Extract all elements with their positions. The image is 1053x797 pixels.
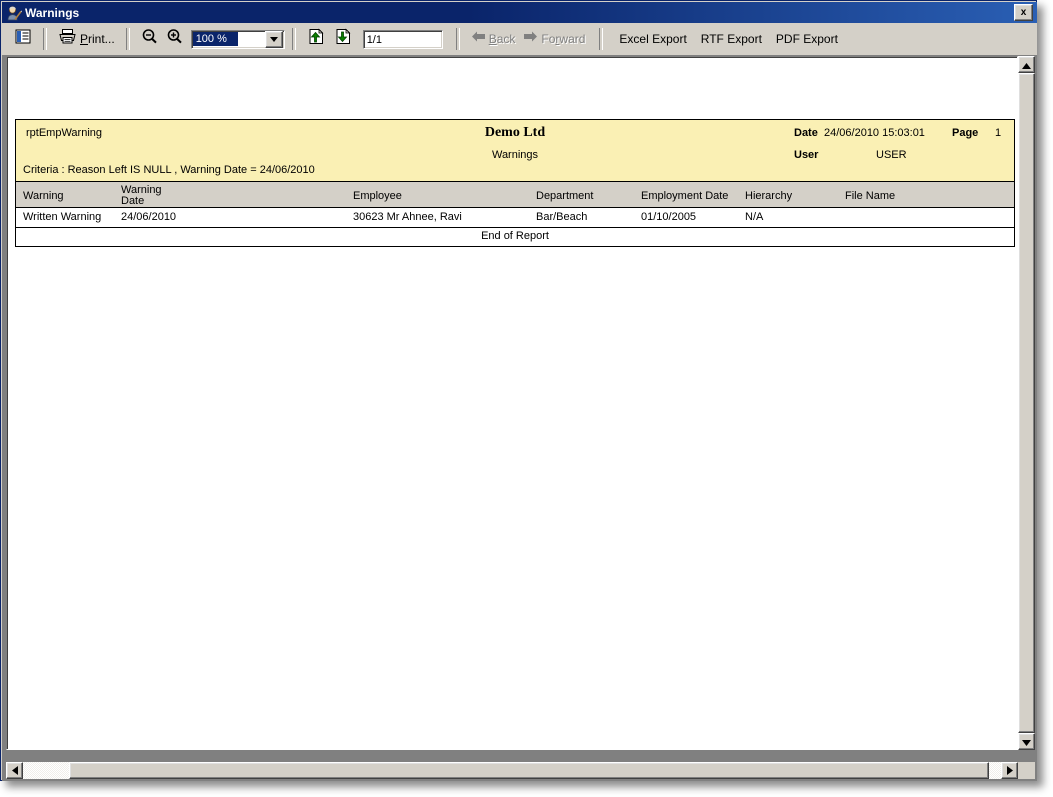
- document-panel-icon: [14, 28, 32, 50]
- page-down-icon: [334, 28, 353, 50]
- thumbnail-panel-button[interactable]: [10, 27, 36, 51]
- scroll-up-button[interactable]: [1018, 56, 1035, 73]
- forward-label: Forward: [541, 32, 585, 46]
- window-title: Warnings: [25, 6, 1014, 20]
- column-header-employee: Employee: [353, 191, 402, 202]
- triangle-right-icon: [1007, 762, 1013, 780]
- column-header-employment-date: Employment Date: [641, 191, 728, 202]
- chevron-down-icon[interactable]: [265, 31, 283, 48]
- back-label-rest: ack: [497, 32, 516, 46]
- excel-export-button[interactable]: Excel Export: [619, 32, 686, 46]
- toolbar-separator-5: [599, 28, 603, 50]
- toolbar-separator-4: [456, 28, 460, 50]
- forward-label-rest: ward: [559, 32, 585, 46]
- report-criteria: Criteria : Reason Left IS NULL , Warning…: [23, 164, 315, 176]
- report-viewport[interactable]: rptEmpWarning Demo Ltd Warnings Criteria…: [6, 56, 1018, 750]
- zoom-out-button[interactable]: [137, 27, 162, 51]
- horizontal-scroll-thumb[interactable]: [69, 762, 989, 779]
- report-page: rptEmpWarning Demo Ltd Warnings Criteria…: [8, 58, 1017, 749]
- page-label: Page: [952, 127, 978, 139]
- back-button[interactable]: Back: [467, 27, 520, 51]
- zoom-out-icon: [141, 28, 158, 50]
- print-label: Print...: [80, 32, 115, 46]
- rtf-export-button[interactable]: RTF Export: [701, 32, 762, 46]
- report-subtitle: Warnings: [16, 149, 1014, 161]
- report-header-band: rptEmpWarning Demo Ltd Warnings Criteria…: [15, 119, 1015, 181]
- pdf-export-button[interactable]: PDF Export: [776, 32, 838, 46]
- table-column-header: Warning Warning Date Employee Department…: [15, 181, 1015, 208]
- back-label: Back: [489, 32, 516, 46]
- scroll-right-button[interactable]: [1001, 762, 1018, 779]
- scrollbar-corner: [1018, 762, 1035, 779]
- previous-page-button[interactable]: [303, 27, 330, 51]
- zoom-level-value[interactable]: 100 %: [193, 32, 238, 46]
- forward-label-pre: Fo: [541, 32, 555, 46]
- column-header-warning-date-line2: Date: [121, 196, 144, 207]
- arrow-left-icon: [471, 30, 486, 48]
- table-row[interactable]: Written Warning 24/06/2010 30623 Mr Ahne…: [15, 208, 1015, 228]
- cell-warning-date: 24/06/2010: [121, 211, 176, 223]
- user-value: USER: [876, 149, 907, 161]
- zoom-in-icon: [166, 28, 183, 50]
- user-label: User: [794, 149, 818, 161]
- page-value: 1: [995, 127, 1001, 139]
- toolbar-separator-2: [126, 28, 130, 50]
- date-value: 24/06/2010 15:03:01: [824, 127, 925, 139]
- column-header-file-name: File Name: [845, 191, 895, 202]
- date-label: Date: [794, 127, 818, 139]
- printer-icon: [58, 28, 77, 50]
- page-up-icon: [307, 28, 326, 50]
- arrow-right-icon: [523, 30, 538, 48]
- zoom-in-button[interactable]: [162, 27, 187, 51]
- vertical-scrollbar[interactable]: [1018, 56, 1035, 750]
- toolbar-separator-3: [292, 28, 296, 50]
- print-label-rest: rint...: [88, 32, 115, 46]
- scroll-down-button[interactable]: [1018, 733, 1035, 750]
- table-body: Written Warning 24/06/2010 30623 Mr Ahne…: [15, 208, 1015, 228]
- viewer-client-area: rptEmpWarning Demo Ltd Warnings Criteria…: [2, 55, 1037, 781]
- vertical-scroll-thumb[interactable]: [1018, 73, 1035, 733]
- print-button[interactable]: Print...: [54, 27, 119, 51]
- triangle-left-icon: [12, 762, 18, 780]
- end-of-report-row: End of Report: [15, 228, 1015, 247]
- cell-employment-date: 01/10/2005: [641, 211, 696, 223]
- column-header-hierarchy: Hierarchy: [745, 191, 792, 202]
- triangle-down-icon: [1022, 733, 1031, 751]
- toolbar-separator-1: [43, 28, 47, 50]
- scroll-left-button[interactable]: [6, 762, 23, 779]
- triangle-up-icon: [1022, 56, 1031, 74]
- horizontal-scrollbar[interactable]: [6, 762, 1018, 779]
- title-bar: Warnings x: [2, 2, 1037, 23]
- horizontal-scroll-track[interactable]: [23, 762, 1001, 779]
- cell-department: Bar/Beach: [536, 211, 587, 223]
- close-button[interactable]: x: [1014, 4, 1033, 21]
- cell-hierarchy: N/A: [745, 211, 763, 223]
- column-header-warning: Warning: [23, 191, 64, 202]
- cell-warning: Written Warning: [23, 211, 101, 223]
- page-number-input[interactable]: 1/1: [363, 30, 443, 49]
- next-page-button[interactable]: [330, 27, 357, 51]
- zoom-level-combobox[interactable]: 100 %: [191, 30, 285, 49]
- cell-employee: 30623 Mr Ahnee, Ravi: [353, 211, 462, 223]
- vertical-scroll-track[interactable]: [1018, 73, 1035, 733]
- report-viewer-window: Warnings x: [0, 0, 1037, 781]
- column-header-department: Department: [536, 191, 593, 202]
- forward-button[interactable]: Forward: [519, 27, 589, 51]
- person-warning-icon: [6, 5, 22, 21]
- toolbar: Print... 100 %: [2, 23, 1037, 55]
- report-content: rptEmpWarning Demo Ltd Warnings Criteria…: [15, 119, 1015, 247]
